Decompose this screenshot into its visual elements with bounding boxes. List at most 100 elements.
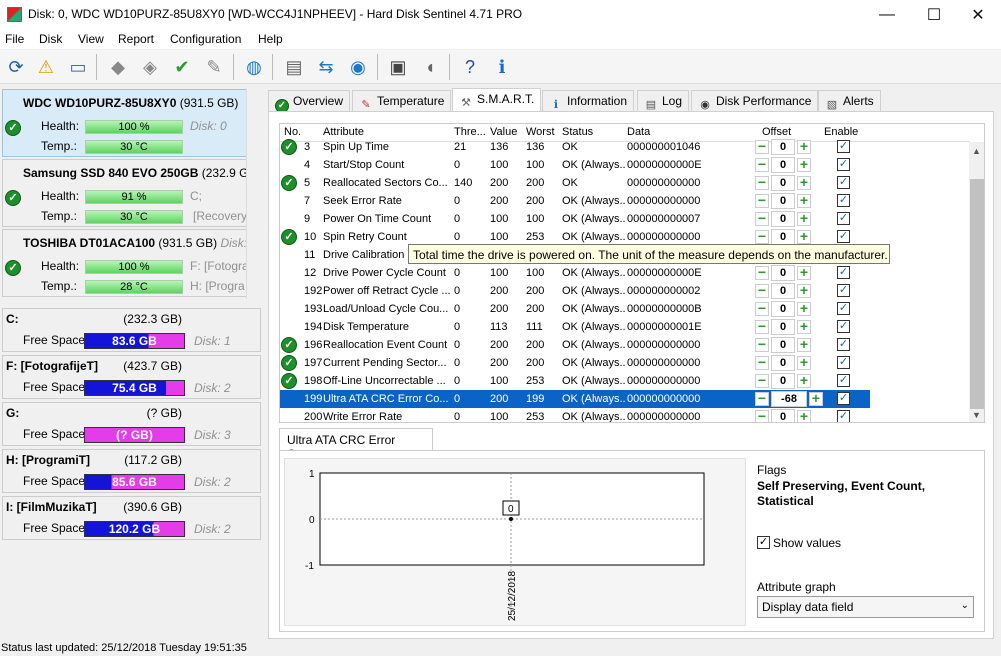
help-icon[interactable]: ? xyxy=(456,53,484,81)
offset-value[interactable]: 0 xyxy=(771,175,795,191)
scroll-down-icon[interactable]: ▼ xyxy=(972,410,981,420)
hdd-gray-icon[interactable]: ◆ xyxy=(104,53,132,81)
offset-value[interactable]: 0 xyxy=(771,157,795,173)
plus-icon[interactable]: + xyxy=(797,409,811,422)
tab-information[interactable]: ℹ Information xyxy=(542,90,635,112)
tab-log[interactable]: ▤ Log xyxy=(637,90,690,112)
minimize-button[interactable]: — xyxy=(864,0,910,30)
disk-card-1[interactable]: Samsung SSD 840 EVO 250GB (232.9 GB) ✓ H… xyxy=(2,159,261,227)
plus-icon[interactable]: + xyxy=(797,211,811,226)
minus-icon[interactable]: − xyxy=(755,283,769,298)
offset-value[interactable]: 0 xyxy=(771,193,795,209)
table-row[interactable]: 4 Start/Stop Count 0 100 100 OK (Always... 000… xyxy=(280,156,870,174)
offset-value[interactable]: 0 xyxy=(771,301,795,317)
plus-icon[interactable]: + xyxy=(797,139,811,154)
plus-icon[interactable]: + xyxy=(797,175,811,190)
offset-value[interactable]: 0 xyxy=(771,211,795,227)
plus-icon[interactable]: + xyxy=(797,319,811,334)
globe-icon[interactable]: ◍ xyxy=(240,53,268,81)
disk-list-scrollbar[interactable] xyxy=(246,89,261,299)
col-value[interactable]: Value xyxy=(490,126,517,138)
enable-checkbox[interactable]: ✓ xyxy=(837,338,850,351)
table-row[interactable]: 199 Ultra ATA CRC Error Co... 0 200 199 OK (A… xyxy=(280,390,870,408)
col-status[interactable]: Status xyxy=(562,126,593,138)
plus-icon[interactable]: + xyxy=(797,265,811,280)
menu-help[interactable]: Help xyxy=(258,32,283,46)
plus-icon[interactable]: + xyxy=(809,391,823,406)
offset-value[interactable]: 0 xyxy=(771,229,795,245)
minus-icon[interactable]: − xyxy=(755,265,769,280)
enable-checkbox[interactable]: ✓ xyxy=(837,212,850,225)
tab-overview[interactable]: ✓ Overview xyxy=(268,90,351,113)
col-worst[interactable]: Worst xyxy=(526,126,555,138)
enable-checkbox[interactable]: ✓ xyxy=(837,158,850,171)
minus-icon[interactable]: − xyxy=(755,211,769,226)
col-enable[interactable]: Enable xyxy=(824,126,858,138)
table-row[interactable]: 200 Write Error Rate 0 100 253 OK (Always... 0… xyxy=(280,408,870,422)
plus-icon[interactable]: + xyxy=(797,193,811,208)
offset-value[interactable]: 0 xyxy=(771,319,795,335)
minus-icon[interactable]: − xyxy=(755,157,769,172)
enable-checkbox[interactable]: ✓ xyxy=(837,356,850,369)
offset-value[interactable]: 0 xyxy=(771,373,795,389)
menu-file[interactable]: File xyxy=(5,32,24,46)
hdd-check-icon[interactable]: ✔ xyxy=(168,53,196,81)
col-data[interactable]: Data xyxy=(627,126,650,138)
document-icon[interactable]: ▤ xyxy=(280,53,308,81)
table-row[interactable]: ✓ 198 Off-Line Uncorrectable ... 0 100 253 OK … xyxy=(280,372,870,390)
info-icon[interactable]: ℹ xyxy=(488,53,516,81)
maximize-button[interactable]: ☐ xyxy=(911,0,957,30)
table-row[interactable]: 192 Power off Retract Cycle ... 0 200 200 OK … xyxy=(280,282,870,300)
table-row[interactable]: 9 Power On Time Count 0 100 100 OK (Always...… xyxy=(280,210,870,228)
disk-card-2[interactable]: TOSHIBA DT01ACA100 (931.5 GB) Disk: 2 ✓ … xyxy=(2,229,261,297)
disk-card-0[interactable]: WDC WD10PURZ-85U8XY0 (931.5 GB) ✓ Health… xyxy=(2,89,261,157)
disk-icon[interactable]: ▭ xyxy=(64,53,92,81)
show-values-checkbox[interactable]: ✓ xyxy=(757,536,770,549)
offset-value[interactable]: -68 xyxy=(771,391,807,407)
table-row[interactable]: 193 Load/Unload Cycle Cou... 0 200 200 OK (Al… xyxy=(280,300,870,318)
warning-icon[interactable]: ⚠ xyxy=(32,53,60,81)
table-row[interactable]: ✓ 5 Reallocated Sectors Co... 140 200 200 OK 00… xyxy=(280,174,870,192)
enable-checkbox[interactable]: ✓ xyxy=(837,392,850,405)
close-button[interactable]: ✕ xyxy=(955,0,1001,30)
minus-icon[interactable]: − xyxy=(755,355,769,370)
offset-value[interactable]: 0 xyxy=(771,265,795,281)
offset-value[interactable]: 0 xyxy=(771,409,795,422)
menu-disk[interactable]: Disk xyxy=(39,32,62,46)
enable-checkbox[interactable]: ✓ xyxy=(837,176,850,189)
speaker-icon[interactable]: ◖ xyxy=(416,53,444,81)
minus-icon[interactable]: − xyxy=(755,391,769,406)
minus-icon[interactable]: − xyxy=(755,319,769,334)
tab-temperature[interactable]: ✎ Temperature xyxy=(352,90,452,112)
table-row[interactable]: ✓ 3 Spin Up Time 21 136 136 OK 000000001046 −0 + ✓ xyxy=(280,138,870,156)
plus-icon[interactable]: + xyxy=(797,283,811,298)
sync-icon[interactable]: ⇆ xyxy=(312,53,340,81)
tab-smart[interactable]: ⚒ S.M.A.R.T. xyxy=(452,88,542,112)
minus-icon[interactable]: − xyxy=(755,229,769,244)
minus-icon[interactable]: − xyxy=(755,373,769,388)
offset-value[interactable]: 0 xyxy=(771,139,795,155)
partition-f[interactable]: F: [FotografijeT] (423.7 GB) Free Space … xyxy=(2,355,261,399)
plus-icon[interactable]: + xyxy=(797,373,811,388)
plus-icon[interactable]: + xyxy=(797,301,811,316)
tab-attribute-detail[interactable]: Ultra ATA CRC Error Count xyxy=(279,428,433,461)
minus-icon[interactable]: − xyxy=(755,337,769,352)
minus-icon[interactable]: − xyxy=(755,409,769,422)
enable-checkbox[interactable]: ✓ xyxy=(837,194,850,207)
plus-icon[interactable]: + xyxy=(797,229,811,244)
enable-checkbox[interactable]: ✓ xyxy=(837,320,850,333)
scrollbar-thumb[interactable] xyxy=(970,179,984,409)
enable-checkbox[interactable]: ✓ xyxy=(837,410,850,422)
partition-c[interactable]: C: (232.3 GB) Free Space 83.6 GB Disk: 1 xyxy=(2,308,261,352)
minus-icon[interactable]: − xyxy=(755,139,769,154)
menu-configuration[interactable]: Configuration xyxy=(170,32,241,46)
table-row[interactable]: 7 Seek Error Rate 0 200 200 OK (Always... 0000… xyxy=(280,192,870,210)
minus-icon[interactable]: − xyxy=(755,301,769,316)
tab-disk-performance[interactable]: ◉ Disk Performance xyxy=(691,90,819,112)
plus-icon[interactable]: + xyxy=(797,355,811,370)
enable-checkbox[interactable]: ✓ xyxy=(837,140,850,153)
col-attribute[interactable]: Attribute xyxy=(323,126,364,138)
col-threshold[interactable]: Thre... xyxy=(454,126,486,138)
network-globe-icon[interactable]: ◉ xyxy=(344,53,372,81)
partition-i[interactable]: I: [FilmMuzikaT] (390.6 GB) Free Space 1… xyxy=(2,496,261,540)
